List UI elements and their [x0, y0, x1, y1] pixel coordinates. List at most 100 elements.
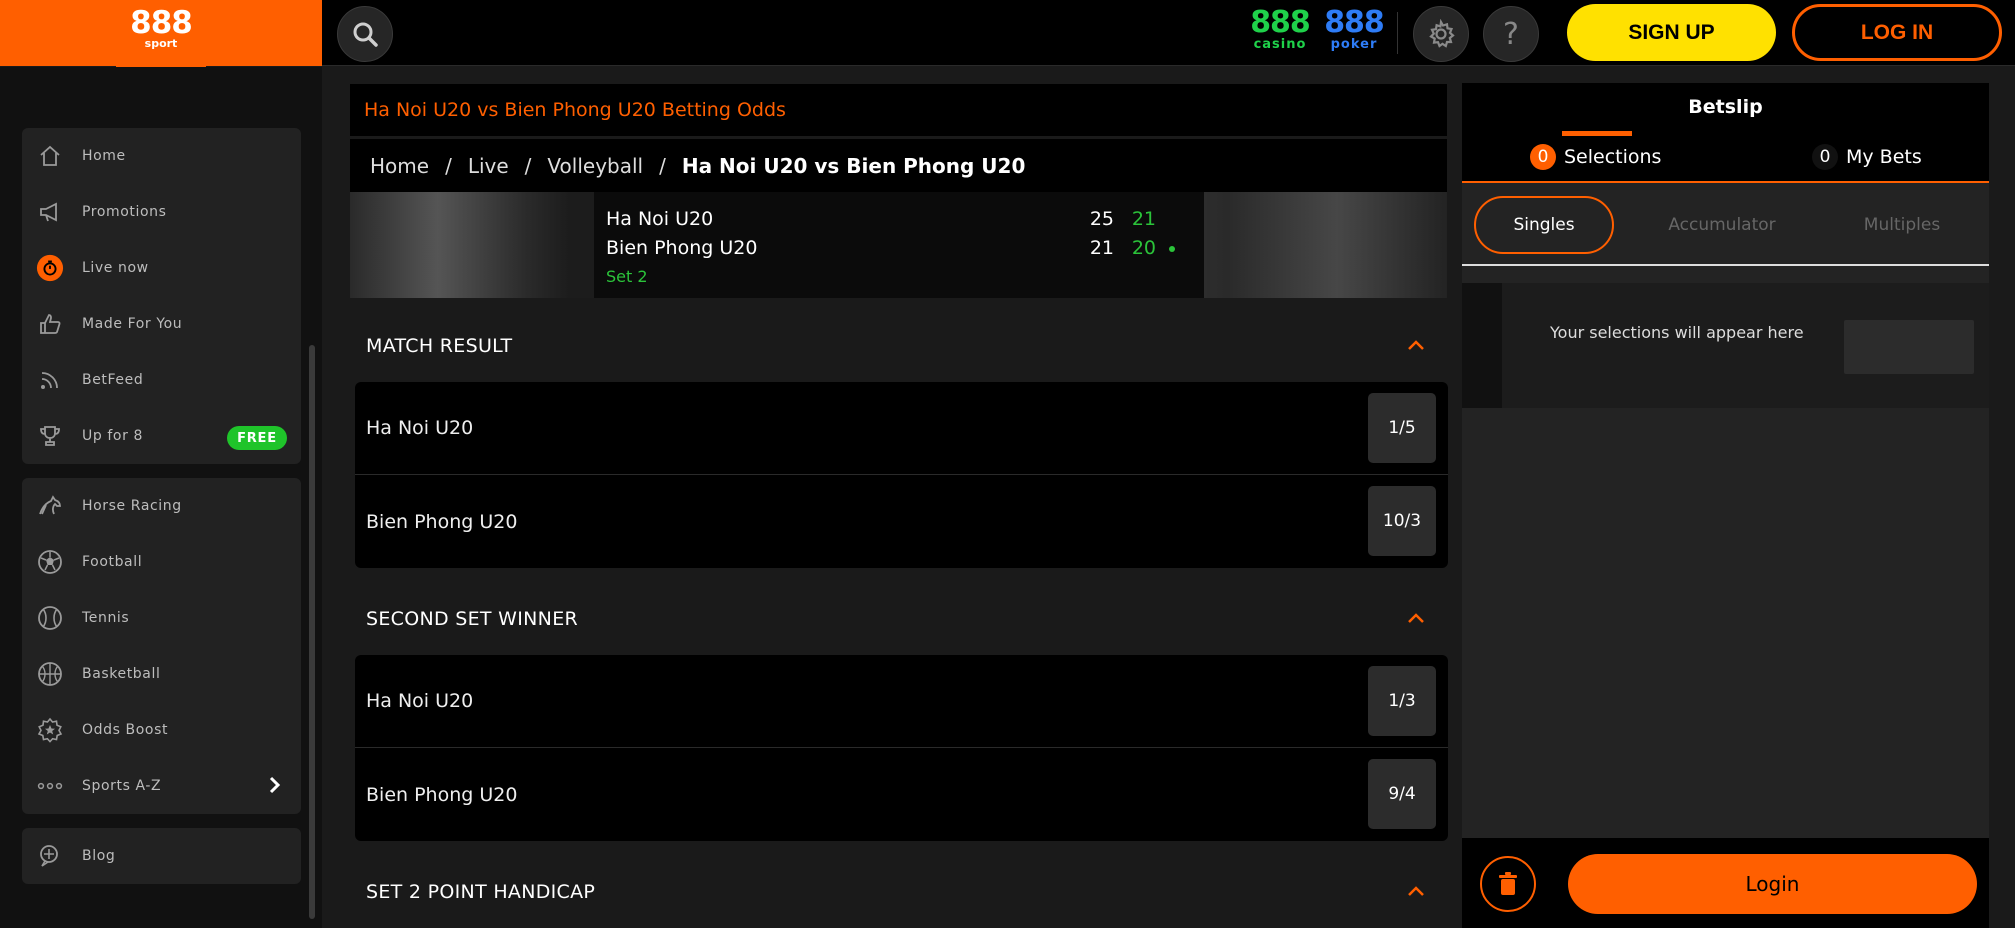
- selection-row[interactable]: Ha Noi U20 1/3: [355, 655, 1448, 748]
- sidebar-item-horse-racing[interactable]: Horse Racing: [22, 478, 301, 534]
- sidebar-item-football[interactable]: Football: [22, 534, 301, 590]
- sidebar-item-label: Sports A-Z: [82, 778, 162, 794]
- sidebar-item-basketball[interactable]: Basketball: [22, 646, 301, 702]
- basketball-icon: [36, 660, 64, 688]
- market-header-second-set-winner[interactable]: SECOND SET WINNER: [350, 587, 1447, 651]
- scoreboard: Ha Noi U20 Bien Phong U20 Set 2 25 21 21…: [350, 192, 1447, 298]
- sidebar-item-label: Home: [82, 148, 126, 164]
- selection-name: Ha Noi U20: [366, 690, 474, 712]
- sidebar-item-tennis[interactable]: Tennis: [22, 590, 301, 646]
- selection-row[interactable]: Bien Phong U20 10/3: [355, 475, 1448, 568]
- score-home-set2: 21: [1131, 208, 1156, 230]
- sidebar-item-label: Football: [82, 554, 143, 570]
- breadcrumb-live[interactable]: Live: [468, 154, 509, 178]
- sidebar-item-promotions[interactable]: Promotions: [22, 184, 301, 240]
- betslip: Betslip 0 Selections 0 My Bets Singles A…: [1462, 83, 1989, 928]
- sidebar-item-betfeed[interactable]: BetFeed: [22, 352, 301, 408]
- score-home-set1: 25: [1089, 208, 1114, 230]
- sidebar-item-live-now[interactable]: Live now: [22, 240, 301, 296]
- settings-button[interactable]: [1413, 6, 1469, 62]
- sidebar-item-label: Odds Boost: [82, 722, 169, 738]
- market-title: SECOND SET WINNER: [366, 608, 579, 630]
- live-icon: [36, 254, 64, 282]
- sidebar-item-label: Horse Racing: [82, 498, 182, 514]
- selection-name: Bien Phong U20: [366, 783, 518, 806]
- selections-count: 0: [1530, 144, 1556, 170]
- sidebar-scrollbar[interactable]: [309, 345, 315, 919]
- selection-name: Bien Phong U20: [366, 510, 518, 533]
- tab-my-bets[interactable]: 0 My Bets: [1812, 131, 1922, 183]
- breadcrumb-separator: /: [445, 153, 452, 178]
- odds-button[interactable]: 9/4: [1368, 759, 1436, 829]
- empty-state-sidebar: [1462, 283, 1502, 408]
- odds-button[interactable]: 10/3: [1368, 486, 1436, 556]
- chevron-up-icon: [1407, 609, 1425, 628]
- sidebar-item-odds-boost[interactable]: Odds Boost: [22, 702, 301, 758]
- sidebar-item-sports-a-z[interactable]: Sports A-Z: [22, 758, 301, 814]
- scoreboard-team-away: Bien Phong U20: [606, 237, 758, 259]
- header-divider: [1397, 12, 1398, 54]
- sidebar: Home Promotions Live now Made For You Be…: [0, 67, 322, 928]
- sign-up-button[interactable]: SIGN UP: [1567, 4, 1776, 61]
- sidebar-item-label: Up for 8: [82, 428, 143, 444]
- market-selections-second-set-winner: Ha Noi U20 1/3 Bien Phong U20 9/4: [355, 655, 1448, 841]
- horse-icon: [36, 492, 64, 520]
- gear-icon: [1429, 19, 1455, 48]
- clear-betslip-button[interactable]: [1480, 856, 1536, 912]
- selection-row[interactable]: Ha Noi U20 1/5: [355, 382, 1448, 475]
- poker-label: poker: [1330, 37, 1378, 52]
- breadcrumb-current-event: Ha Noi U20 vs Bien Phong U20: [681, 153, 1026, 178]
- active-tab-underline: [1562, 131, 1632, 136]
- sidebar-item-label: Tennis: [82, 610, 130, 626]
- poker-link[interactable]: 888 poker: [1324, 5, 1385, 52]
- search-icon: [353, 22, 378, 47]
- sidebar-item-label: Promotions: [82, 204, 167, 220]
- breadcrumb-separator: /: [659, 153, 666, 178]
- tab-selections[interactable]: 0 Selections: [1530, 131, 1661, 183]
- help-icon: ?: [1503, 16, 1519, 52]
- poker-888: 888: [1324, 5, 1385, 40]
- betslip-title: Betslip: [1462, 83, 1989, 131]
- odds-boost-icon: [36, 716, 64, 744]
- sidebar-item-made-for-you[interactable]: Made For You: [22, 296, 301, 352]
- trophy-icon: [36, 422, 64, 450]
- help-button[interactable]: ?: [1483, 6, 1539, 62]
- sidebar-item-up-for-8[interactable]: Up for 8 FREE: [22, 408, 301, 464]
- betslip-tabs: 0 Selections 0 My Bets: [1462, 131, 1989, 183]
- free-badge: FREE: [227, 426, 287, 450]
- home-icon: [36, 142, 64, 170]
- search-button[interactable]: [337, 6, 393, 62]
- selection-name: Ha Noi U20: [366, 417, 474, 439]
- selection-row[interactable]: Bien Phong U20 9/4: [355, 748, 1448, 841]
- breadcrumb-volleyball[interactable]: Volleyball: [547, 154, 643, 178]
- score-away-set2: 20: [1131, 237, 1156, 259]
- football-icon: [36, 548, 64, 576]
- dots-icon: [36, 772, 64, 800]
- casino-label: casino: [1253, 37, 1307, 52]
- breadcrumb-home[interactable]: Home: [370, 154, 429, 178]
- nav-group-sports: Horse Racing Football Tennis Basketball …: [22, 478, 301, 814]
- event-title-bar: Ha Noi U20 vs Bien Phong U20 Betting Odd…: [350, 84, 1447, 136]
- bet-type-tabs: Singles Accumulator Multiples: [1462, 184, 1989, 266]
- sidebar-item-label: Live now: [82, 260, 149, 276]
- empty-placeholder-box: [1844, 320, 1974, 374]
- serving-indicator: [1169, 246, 1175, 252]
- my-bets-count: 0: [1812, 144, 1838, 170]
- current-set-label: Set 2: [606, 267, 648, 286]
- market-header-match-result[interactable]: MATCH RESULT: [350, 314, 1447, 378]
- tab-accumulator[interactable]: Accumulator: [1652, 196, 1792, 254]
- betslip-login-button[interactable]: Login: [1568, 854, 1977, 914]
- sidebar-item-label: Blog: [82, 848, 116, 864]
- breadcrumb: Home / Live / Volleyball / Ha Noi U20 vs…: [350, 139, 1447, 192]
- odds-button[interactable]: 1/3: [1368, 666, 1436, 736]
- market-header-set-2-point-handicap[interactable]: SET 2 POINT HANDICAP: [350, 860, 1447, 924]
- sidebar-item-home[interactable]: Home: [22, 128, 301, 184]
- casino-link[interactable]: 888 casino: [1250, 8, 1311, 52]
- 888sport-logo[interactable]: 888 sport: [122, 8, 200, 50]
- odds-button[interactable]: 1/5: [1368, 393, 1436, 463]
- tab-singles[interactable]: Singles: [1474, 196, 1614, 254]
- log-in-button[interactable]: LOG IN: [1792, 4, 2002, 61]
- market-title: MATCH RESULT: [366, 335, 513, 357]
- sidebar-item-blog[interactable]: Blog: [22, 828, 301, 884]
- tab-multiples[interactable]: Multiples: [1832, 196, 1972, 254]
